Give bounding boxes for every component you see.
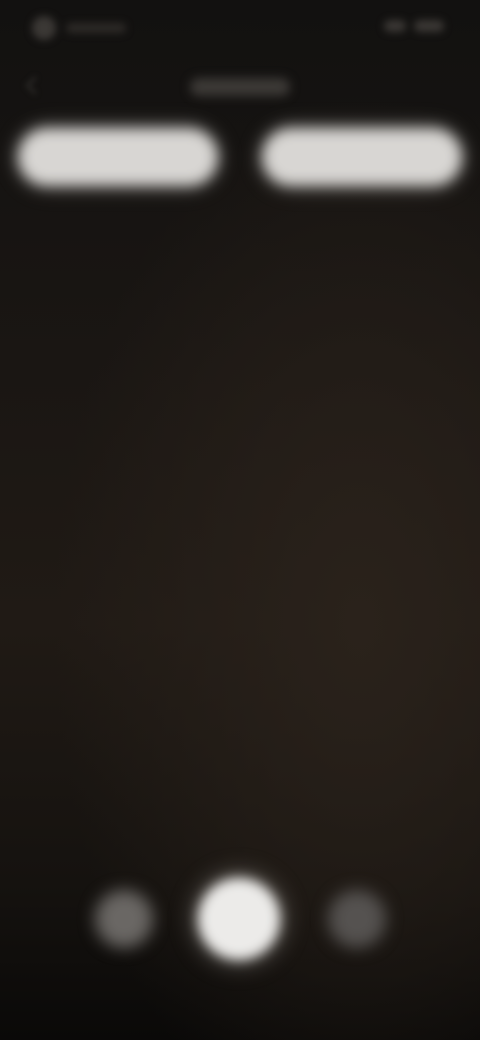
app-screen bbox=[0, 0, 480, 1040]
status-bar bbox=[0, 0, 480, 56]
status-text-placeholder bbox=[66, 23, 126, 33]
battery-icon bbox=[414, 20, 444, 32]
shutter-button[interactable] bbox=[198, 878, 280, 960]
back-arrow-icon[interactable] bbox=[22, 76, 42, 96]
status-left-group bbox=[32, 16, 126, 40]
left-circle-button[interactable] bbox=[95, 890, 153, 948]
header-bar bbox=[0, 70, 480, 106]
signal-icon bbox=[384, 20, 406, 32]
top-left-button[interactable] bbox=[18, 128, 218, 186]
top-right-button[interactable] bbox=[262, 128, 462, 186]
status-indicator-icon bbox=[32, 16, 56, 40]
right-circle-button[interactable] bbox=[328, 890, 386, 948]
page-title-placeholder bbox=[190, 78, 290, 96]
status-right-group bbox=[384, 20, 444, 32]
bottom-controls bbox=[0, 860, 480, 980]
